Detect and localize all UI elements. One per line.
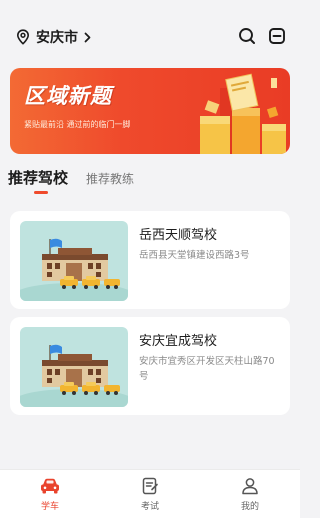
search-icon[interactable] bbox=[238, 27, 256, 45]
nav-label: 学车 bbox=[40, 502, 59, 512]
school-card[interactable]: 安庆宜成驾校 安庆市宜秀区开发区天柱山路70号 bbox=[10, 317, 290, 415]
school-address: 安庆市宜秀区开发区天柱山路70号 bbox=[139, 356, 275, 382]
nav-label: 考试 bbox=[140, 502, 159, 512]
banner-illustration-icon bbox=[200, 73, 286, 154]
school-image bbox=[20, 221, 128, 301]
school-card[interactable]: 岳西天顺驾校 岳西县天堂镇建设西路3号 bbox=[10, 211, 290, 309]
school-tabs: 推荐驾校 推荐教练 bbox=[8, 167, 134, 194]
nav-item-profile[interactable]: 我的 bbox=[200, 470, 300, 518]
top-header: 安庆市 bbox=[0, 0, 300, 62]
scan-icon[interactable] bbox=[268, 27, 286, 45]
city-name: 安庆市 bbox=[36, 30, 78, 46]
bottom-nav: 学车 考试 我的 bbox=[0, 469, 300, 518]
tab-recommended-coaches[interactable]: 推荐教练 bbox=[86, 170, 134, 188]
nav-item-exam[interactable]: 考试 bbox=[100, 470, 200, 518]
banner-title: 区域新题 bbox=[24, 84, 112, 108]
promo-banner[interactable]: 区域新题 紧贴最前沿 通过前的临门一脚 bbox=[10, 68, 290, 154]
user-icon bbox=[240, 476, 260, 496]
school-address: 岳西县天堂镇建设西路3号 bbox=[139, 250, 250, 261]
location-pin-icon bbox=[16, 29, 30, 45]
chevron-right-icon bbox=[84, 32, 91, 43]
nav-label: 我的 bbox=[240, 502, 259, 512]
city-selector[interactable]: 安庆市 bbox=[16, 27, 91, 47]
active-tab-indicator bbox=[34, 191, 48, 194]
school-name: 安庆宜成驾校 bbox=[139, 334, 218, 349]
school-image bbox=[20, 327, 128, 407]
banner-subtitle: 紧贴最前沿 通过前的临门一脚 bbox=[24, 120, 131, 129]
car-icon bbox=[39, 476, 61, 496]
school-name: 岳西天顺驾校 bbox=[139, 228, 218, 243]
tab-label: 推荐驾校 bbox=[8, 169, 69, 187]
exam-icon bbox=[140, 476, 160, 496]
tab-label: 推荐教练 bbox=[86, 172, 135, 186]
tab-recommended-schools[interactable]: 推荐驾校 bbox=[8, 167, 69, 194]
nav-item-learn-driving[interactable]: 学车 bbox=[0, 470, 100, 518]
